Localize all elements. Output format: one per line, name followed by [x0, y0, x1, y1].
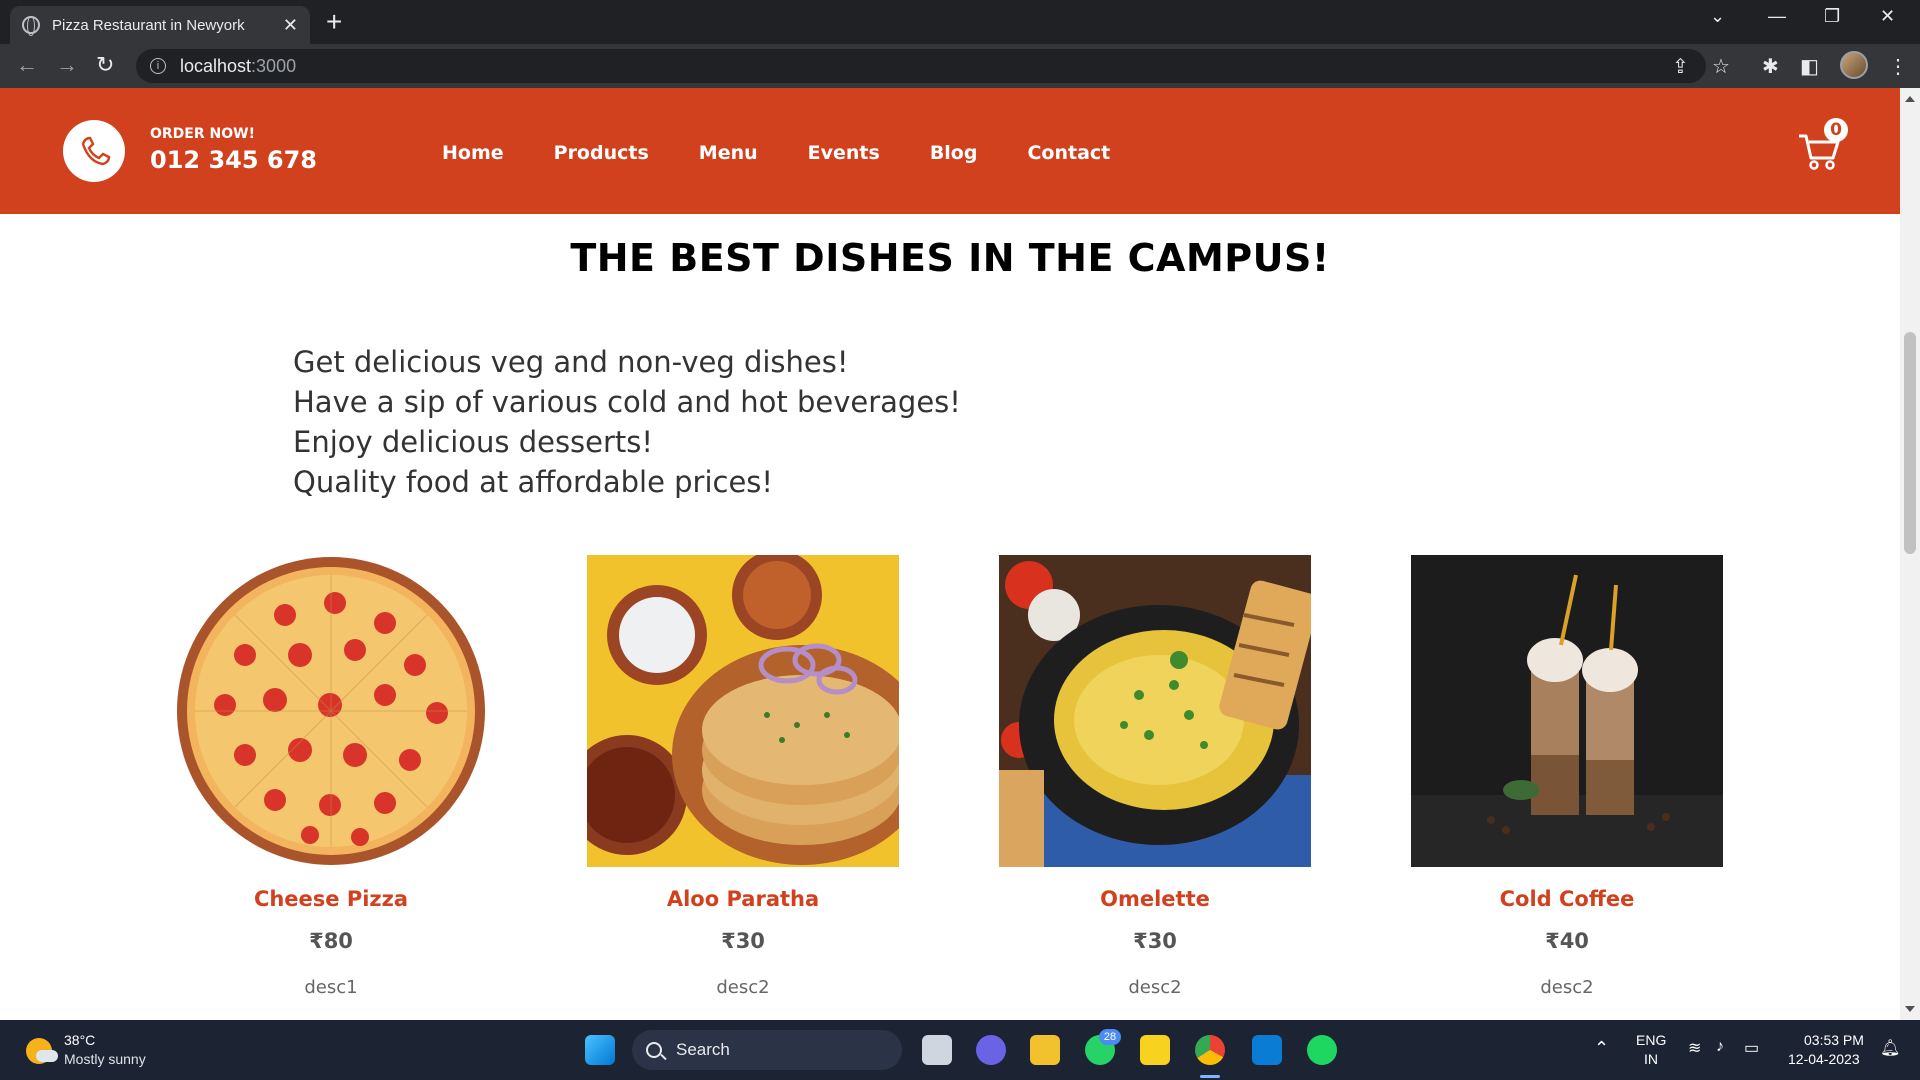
- main-menu: Home Products Menu Events Blog Contact: [442, 142, 1160, 164]
- close-tab-icon[interactable]: ✕: [283, 15, 298, 36]
- feature-line: Quality food at affordable prices!: [293, 465, 774, 499]
- taskbar-search[interactable]: Search: [632, 1030, 902, 1070]
- notifications-bell-icon[interactable]: 🔔︎: [1880, 1038, 1900, 1058]
- search-icon: [646, 1042, 662, 1058]
- cart-count-badge: 0: [1824, 118, 1848, 142]
- product-desc: desc2: [716, 977, 770, 998]
- clock-date[interactable]: 12-04-2023: [1788, 1051, 1860, 1067]
- language-indicator[interactable]: ENG: [1636, 1032, 1666, 1048]
- product-desc: desc2: [1540, 977, 1594, 998]
- product-desc: desc2: [1128, 977, 1182, 998]
- minimize-button[interactable]: —: [1768, 6, 1786, 27]
- nav-events[interactable]: Events: [808, 142, 880, 164]
- bookmark-star-icon[interactable]: ☆: [1712, 54, 1730, 79]
- profile-avatar[interactable]: [1840, 51, 1868, 79]
- scroll-down-arrow-icon[interactable]: [1905, 1006, 1915, 1012]
- omelette-image[interactable]: [999, 555, 1311, 867]
- region-indicator[interactable]: IN: [1644, 1051, 1658, 1067]
- windows-taskbar: 38°C Mostly sunny Search 28 ⌃ ENG IN ≋ ♪…: [0, 1020, 1920, 1080]
- clock-time[interactable]: 03:53 PM: [1804, 1032, 1864, 1048]
- address-bar[interactable]: i localhost:3000: [136, 49, 1706, 83]
- browser-tab-strip: Pizza Restaurant in Newyork ✕ + ⌄ — ❐ ✕: [0, 0, 1920, 44]
- browser-toolbar: ← → ↻ i localhost:3000 ⇪ ☆ ✱ ◧ ⋮: [0, 44, 1920, 88]
- product-card[interactable]: Cold Coffee ₹40 desc2: [1411, 555, 1723, 998]
- product-name[interactable]: Aloo Paratha: [587, 887, 899, 911]
- product-price: ₹30: [1133, 929, 1177, 953]
- file-explorer-icon[interactable]: [1030, 1035, 1060, 1065]
- sticky-notes-icon[interactable]: [1140, 1035, 1170, 1065]
- nav-home[interactable]: Home: [442, 142, 504, 164]
- chrome-icon[interactable]: [1195, 1035, 1225, 1065]
- browser-tab[interactable]: Pizza Restaurant in Newyork ✕: [10, 6, 310, 44]
- product-card[interactable]: Aloo Paratha ₹30 desc2: [587, 555, 899, 998]
- wifi-icon[interactable]: ≋: [1688, 1038, 1701, 1058]
- menu-dots-icon[interactable]: ⋮: [1888, 54, 1908, 79]
- site-navbar: ORDER NOW! 012 345 678 Home Products Men…: [0, 88, 1900, 214]
- product-price: ₹80: [309, 929, 353, 953]
- page-scrollbar[interactable]: [1900, 88, 1920, 1020]
- task-view-icon[interactable]: [922, 1035, 952, 1065]
- order-now-label: ORDER NOW!: [150, 126, 255, 142]
- tray-overflow-chevron-icon[interactable]: ⌃: [1594, 1038, 1609, 1059]
- reload-icon[interactable]: ↻: [96, 52, 114, 78]
- new-tab-button[interactable]: +: [326, 6, 342, 38]
- product-card[interactable]: Cheese Pizza ₹80 desc1: [175, 555, 487, 998]
- tab-search-icon[interactable]: ⌄: [1710, 6, 1725, 27]
- aloo-paratha-image[interactable]: [587, 555, 899, 867]
- restore-button[interactable]: ❐: [1824, 6, 1840, 27]
- whatsapp-notification-badge: 28: [1099, 1029, 1121, 1045]
- feature-line: Have a sip of various cold and hot bever…: [293, 385, 961, 419]
- share-icon[interactable]: ⇪: [1672, 54, 1689, 79]
- cold-coffee-image[interactable]: [1411, 555, 1723, 867]
- chrome-active-indicator: [1200, 1075, 1220, 1078]
- side-panel-icon[interactable]: ◧: [1800, 54, 1819, 79]
- feature-line: Get delicious veg and non-veg dishes!: [293, 345, 849, 379]
- site-info-icon[interactable]: i: [150, 58, 166, 74]
- nav-blog[interactable]: Blog: [930, 142, 978, 164]
- teams-chat-icon[interactable]: [976, 1035, 1006, 1065]
- product-card[interactable]: Omelette ₹30 desc2: [999, 555, 1311, 998]
- battery-icon[interactable]: ▭: [1744, 1038, 1759, 1058]
- product-price: ₹40: [1545, 929, 1589, 953]
- vscode-icon[interactable]: [1252, 1035, 1282, 1065]
- taskbar-search-label: Search: [676, 1040, 730, 1059]
- features-list: Get delicious veg and non-veg dishes! Ha…: [293, 342, 961, 502]
- pizza-image[interactable]: [175, 555, 487, 867]
- feature-line: Enjoy delicious desserts!: [293, 425, 654, 459]
- web-page: ORDER NOW! 012 345 678 Home Products Men…: [0, 88, 1900, 1020]
- product-name[interactable]: Cold Coffee: [1411, 887, 1723, 911]
- weather-temperature[interactable]: 38°C: [64, 1032, 95, 1048]
- product-name[interactable]: Cheese Pizza: [175, 887, 487, 911]
- nav-menu[interactable]: Menu: [699, 142, 758, 164]
- scrollbar-thumb[interactable]: [1904, 332, 1916, 554]
- nav-contact[interactable]: Contact: [1027, 142, 1110, 164]
- product-name[interactable]: Omelette: [999, 887, 1311, 911]
- url-port: :3000: [251, 55, 297, 76]
- nav-products[interactable]: Products: [554, 142, 649, 164]
- weather-description[interactable]: Mostly sunny: [64, 1051, 146, 1067]
- windows-start-icon[interactable]: [585, 1035, 615, 1065]
- forward-icon[interactable]: →: [56, 52, 78, 78]
- page-headline: THE BEST DISHES IN THE CAMPUS!: [570, 236, 1330, 280]
- product-desc: desc1: [304, 977, 358, 998]
- product-price: ₹30: [721, 929, 765, 953]
- back-icon[interactable]: ←: [16, 52, 38, 78]
- tab-title: Pizza Restaurant in Newyork: [52, 16, 245, 34]
- order-phone-number: 012 345 678: [150, 146, 318, 174]
- weather-icon[interactable]: [26, 1038, 58, 1064]
- scroll-up-arrow-icon[interactable]: [1905, 96, 1915, 102]
- volume-icon[interactable]: ♪: [1716, 1038, 1724, 1056]
- phone-icon: [81, 136, 111, 166]
- phone-button[interactable]: [63, 120, 125, 182]
- url-host: localhost: [180, 55, 252, 76]
- globe-icon: [22, 16, 40, 36]
- spotify-icon[interactable]: [1307, 1035, 1337, 1065]
- close-window-button[interactable]: ✕: [1880, 6, 1895, 27]
- extensions-icon[interactable]: ✱: [1762, 54, 1779, 79]
